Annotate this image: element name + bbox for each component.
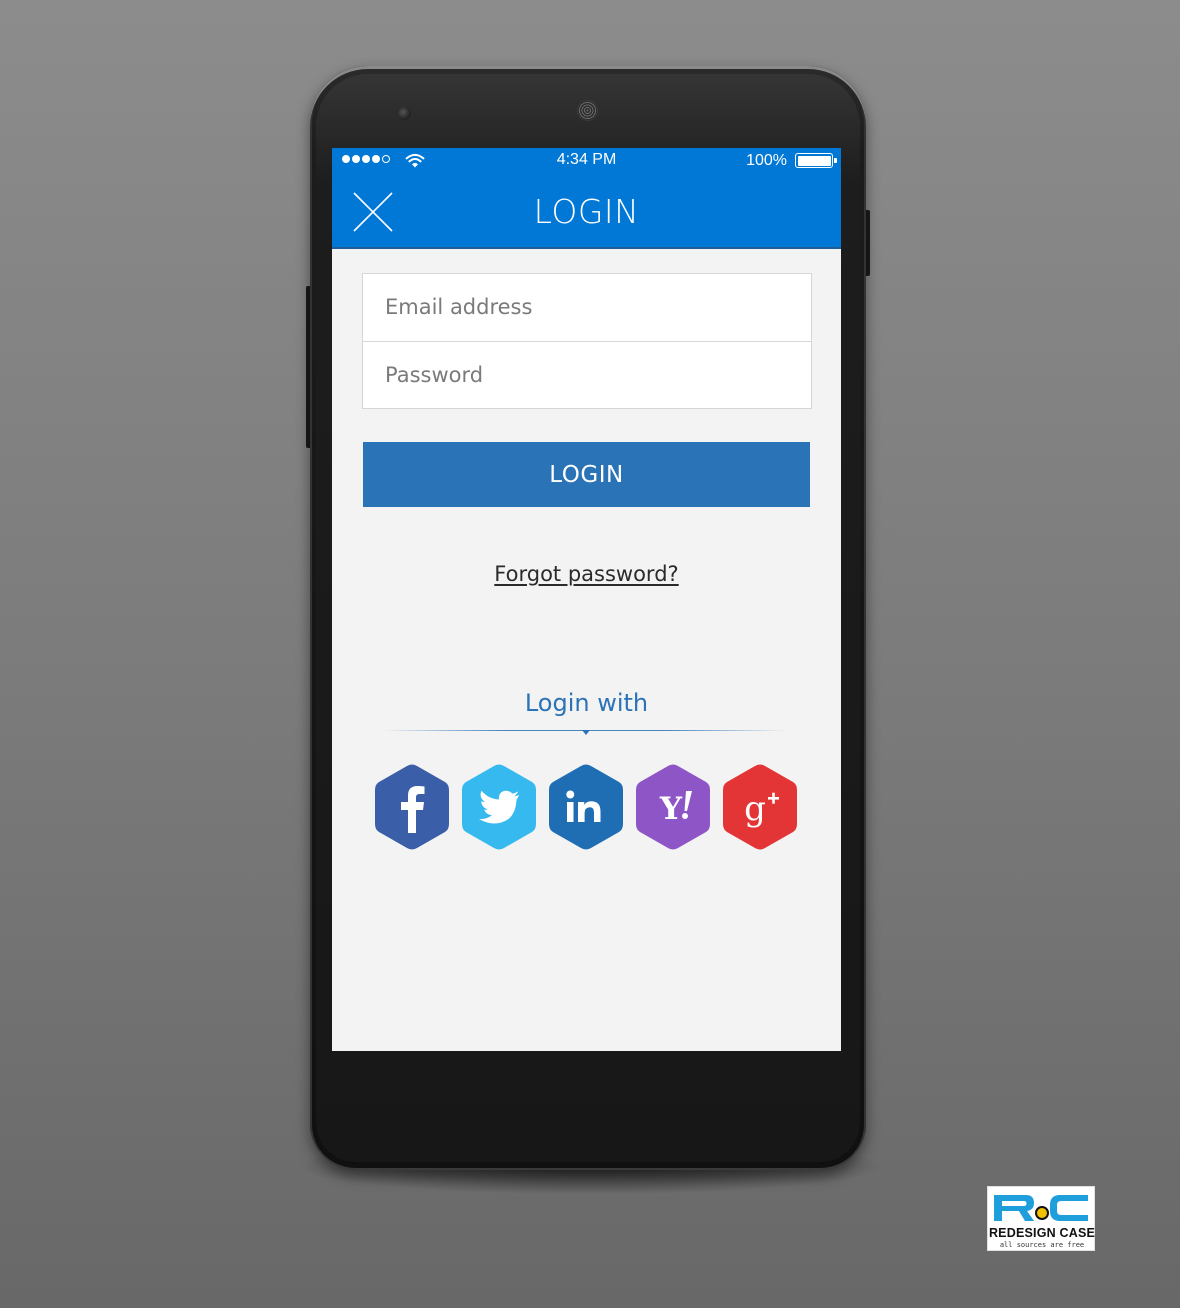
redesign-case-logo: REDESIGN CASE all sources are free (987, 1186, 1095, 1251)
twitter-login-button[interactable] (461, 764, 537, 850)
mockup-stage: 4:34 PM 100% LOGIN LOGIN Forgot password… (0, 0, 1180, 1308)
linkedin-login-button[interactable] (548, 764, 624, 850)
facebook-icon (375, 764, 449, 850)
battery-icon (795, 153, 837, 168)
linkedin-icon (549, 764, 623, 850)
login-form (362, 273, 812, 409)
login-with-heading: Login with (524, 689, 649, 717)
login-button[interactable]: LOGIN (363, 442, 810, 507)
app-bar: 4:34 PM 100% LOGIN (332, 148, 841, 249)
front-camera-icon (398, 107, 411, 120)
yahoo-icon: Y (636, 764, 710, 850)
logo-name: REDESIGN CASE (988, 1226, 1096, 1240)
twitter-icon (462, 764, 536, 850)
phone-screen: 4:34 PM 100% LOGIN LOGIN Forgot password… (332, 148, 841, 1051)
earpiece-speaker-icon (577, 100, 598, 121)
login-with-caret-icon (582, 730, 590, 735)
facebook-login-button[interactable] (374, 764, 450, 850)
rc-logo-mark-icon (994, 1195, 1088, 1221)
google-plus-icon: g (723, 764, 797, 850)
password-field[interactable] (363, 342, 811, 408)
battery-percent: 100% (746, 152, 787, 169)
page-title: LOGIN (533, 192, 640, 231)
forgot-password-link-row: Forgot password? (332, 562, 841, 586)
social-login-row: Y g (374, 764, 798, 850)
svg-text:g: g (744, 789, 766, 829)
status-bar: 4:34 PM 100% (332, 148, 841, 174)
forgot-password-link[interactable]: Forgot password? (494, 562, 678, 586)
yahoo-login-button[interactable]: Y (635, 764, 711, 850)
google-plus-login-button[interactable]: g (722, 764, 798, 850)
logo-tagline: all sources are free (999, 1241, 1085, 1249)
svg-text:Y: Y (659, 791, 683, 827)
email-field[interactable] (363, 274, 811, 340)
